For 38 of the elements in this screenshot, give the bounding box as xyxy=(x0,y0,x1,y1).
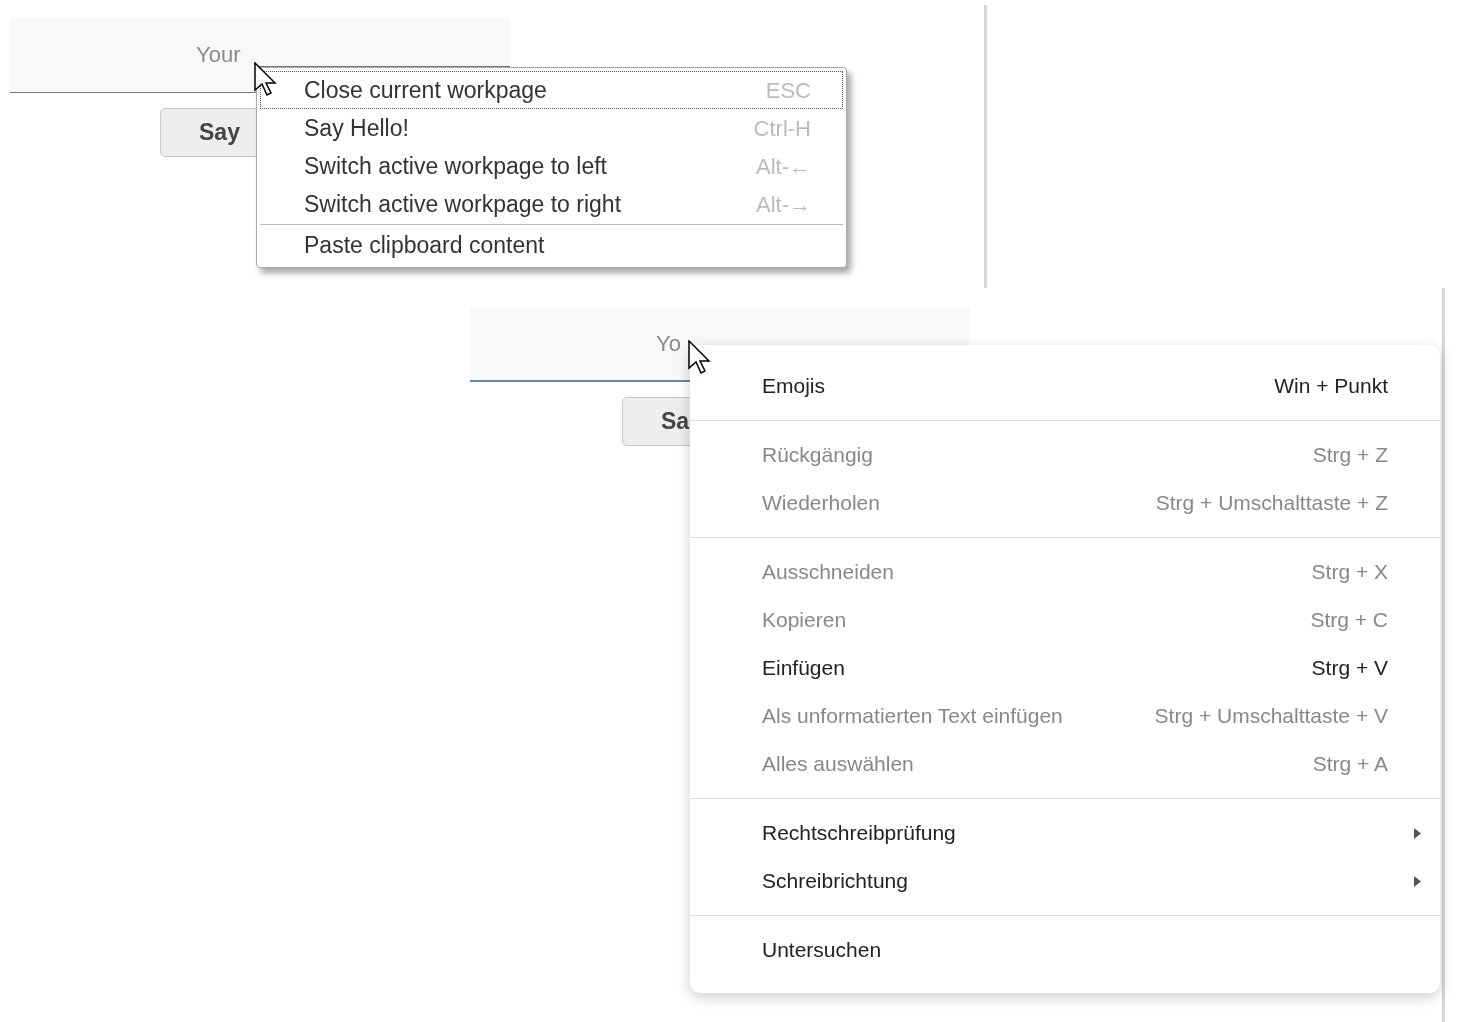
shortcut-label: Win + Punkt xyxy=(1273,373,1389,400)
menu-item[interactable]: Switch active workpage to right Alt-→ xyxy=(260,185,843,223)
shortcut-label: Strg + C xyxy=(1309,607,1389,634)
menu-item[interactable]: Einfügen Strg + V xyxy=(690,644,1440,692)
menu-item[interactable]: Schreibrichtung xyxy=(690,857,1440,905)
shortcut-label: ESC xyxy=(765,76,811,105)
menu-item-label: Say Hello! xyxy=(304,113,409,143)
shortcut-label: Ctrl-H xyxy=(753,114,811,143)
shortcut-label: Alt-← xyxy=(756,152,811,181)
shortcut-label: Strg + X xyxy=(1310,559,1389,586)
submenu-arrow-icon xyxy=(1413,826,1422,840)
menu-item-label: Ausschneiden xyxy=(762,559,895,586)
menu-item-label: Rechtschreibprüfung xyxy=(762,820,957,847)
shortcut-label: Strg + A xyxy=(1311,751,1389,778)
shortcut-label: Strg + Z xyxy=(1311,442,1389,469)
menu-item-label: Alles auswählen xyxy=(762,751,915,778)
shortcut-label: Alt-→ xyxy=(756,190,811,219)
menu-item-label: Einfügen xyxy=(762,655,846,682)
menu-item-label: Untersuchen xyxy=(762,937,883,964)
menu-item-label: Paste clipboard content xyxy=(304,230,545,260)
menu-item[interactable]: Rechtschreibprüfung xyxy=(690,809,1440,857)
menu-item[interactable]: Paste clipboard content xyxy=(260,226,843,264)
menu-item-label: Rückgängig xyxy=(762,442,874,469)
shortcut-label: Strg + Umschalttaste + Z xyxy=(1154,490,1389,517)
shortcut-label: Strg + Umschalttaste + V xyxy=(1153,703,1389,730)
menu-item-label: Schreibrichtung xyxy=(762,868,909,895)
shortcut-label: Strg + V xyxy=(1310,655,1389,682)
menu-item-label: Close current workpage xyxy=(304,75,547,105)
menu-item-label: Switch active workpage to left xyxy=(304,151,607,181)
submenu-arrow-icon xyxy=(1413,874,1422,888)
menu-item-label: Switch active workpage to right xyxy=(304,189,622,219)
menu-item-label: Wiederholen xyxy=(762,490,881,517)
menu-item-label: Kopieren xyxy=(762,607,848,634)
name-field[interactable]: Your xyxy=(10,18,256,93)
menu-item-label: Emojis xyxy=(762,373,826,400)
menu-item-label: Als unformatierten Text einfügen xyxy=(762,703,1064,730)
name-field[interactable]: Yo xyxy=(470,307,690,382)
menu-item[interactable]: Untersuchen xyxy=(690,926,1440,974)
